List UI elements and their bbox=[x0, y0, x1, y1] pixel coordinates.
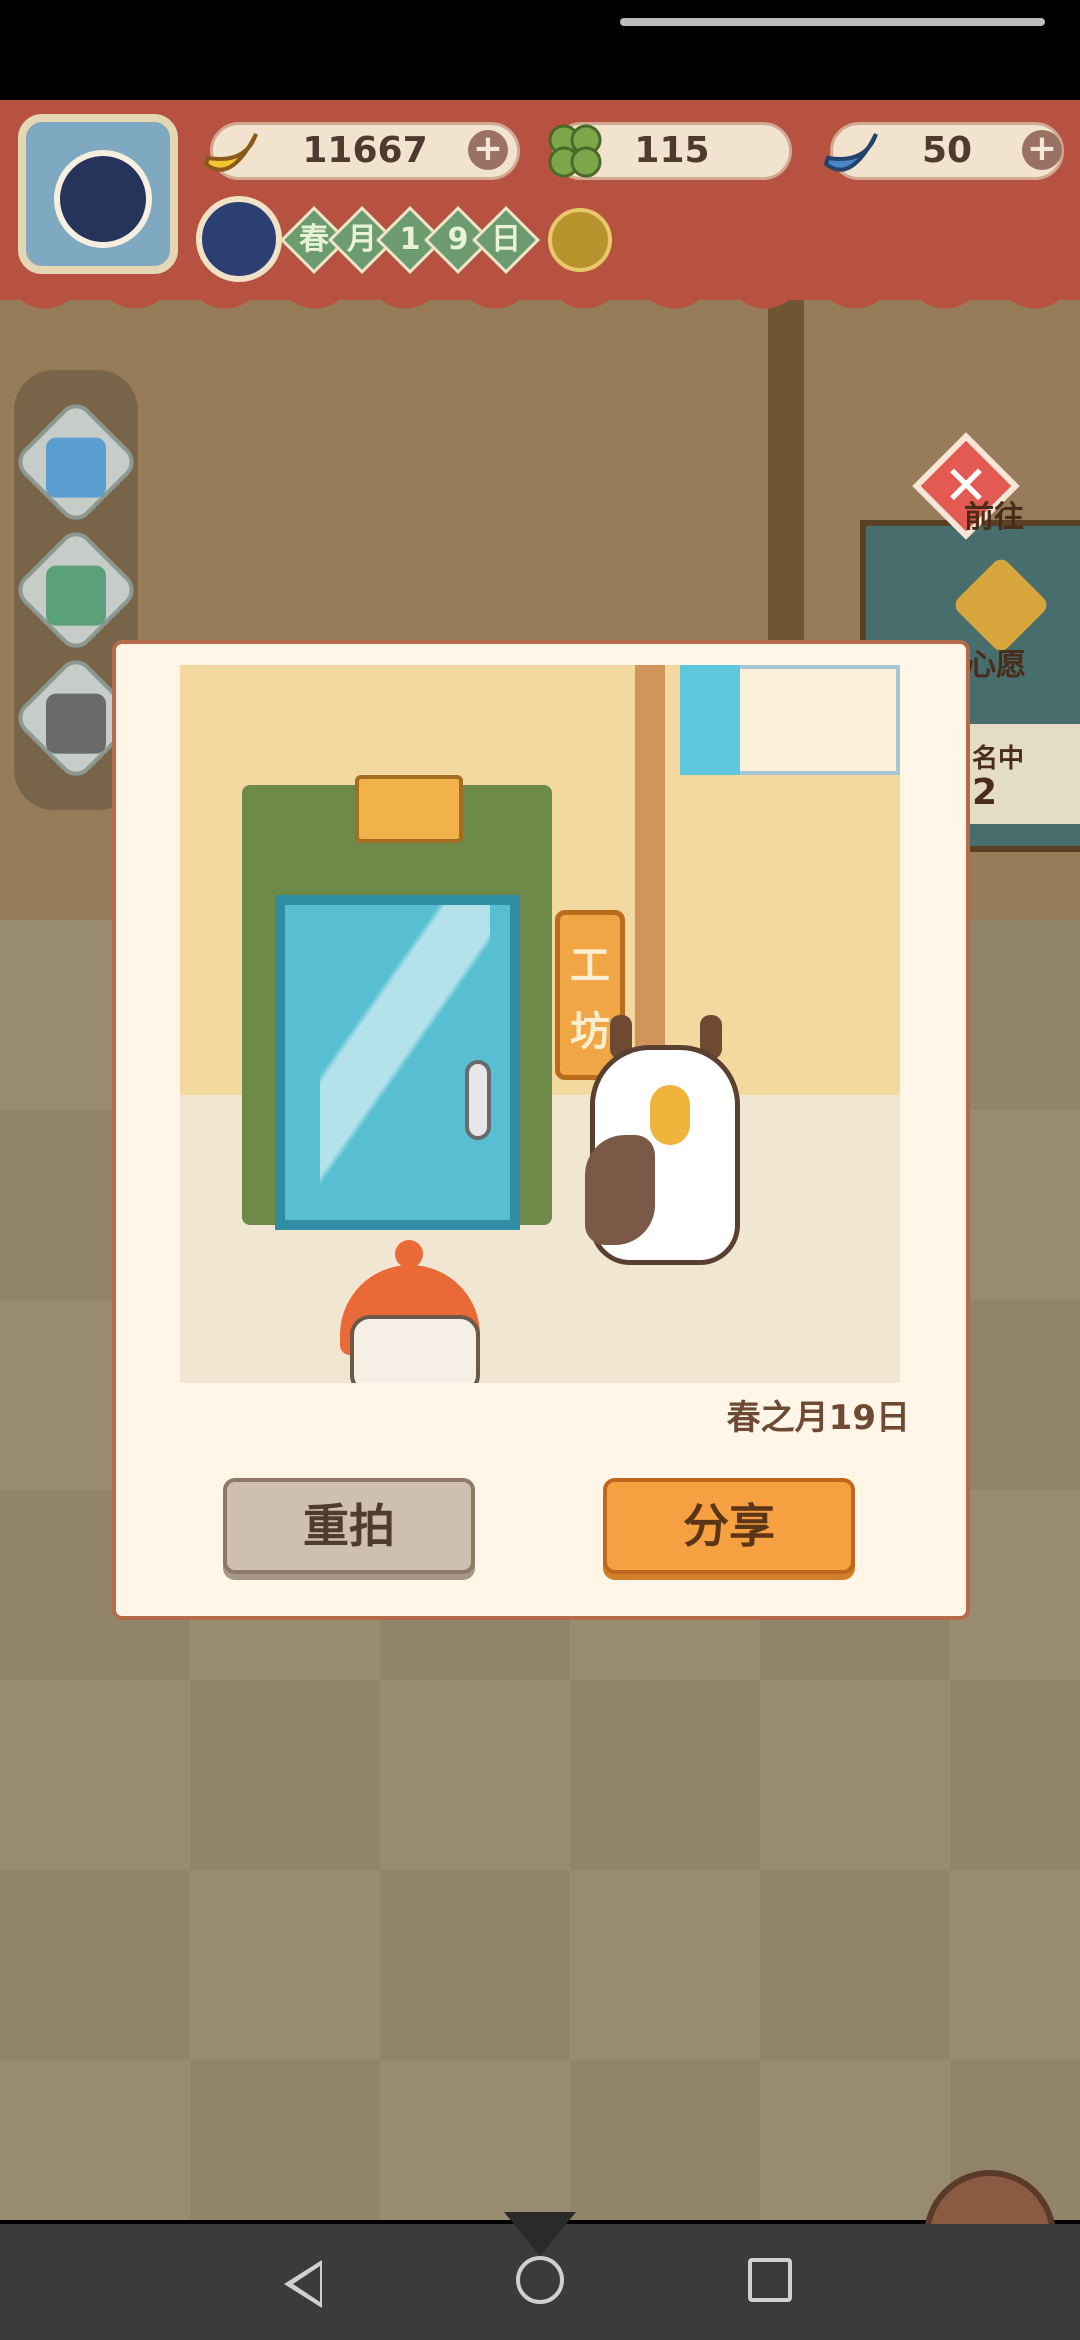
status-bar bbox=[0, 0, 1080, 100]
awning-scallop bbox=[0, 270, 1080, 330]
blue-banana-count: 50 bbox=[921, 130, 973, 171]
plus-icon: + bbox=[1026, 128, 1058, 169]
plus-icon: + bbox=[472, 128, 504, 169]
top-hud: 11667 + 115 50 + 春 月 1 9 日 bbox=[0, 100, 1080, 330]
bird-wing bbox=[585, 1135, 655, 1245]
status-bar-indicator bbox=[620, 18, 1045, 26]
share-label: 分享 bbox=[683, 1499, 775, 1553]
bird-beak bbox=[650, 1085, 690, 1145]
door-shine bbox=[320, 905, 490, 1225]
add-banana-button[interactable]: + bbox=[468, 130, 508, 170]
share-button[interactable]: 分享 bbox=[603, 1478, 855, 1574]
cat-hat-pom bbox=[395, 1240, 423, 1268]
blue-banana-icon bbox=[823, 133, 878, 172]
add-blue-banana-button[interactable]: + bbox=[1022, 130, 1062, 170]
date-char: 日 bbox=[491, 222, 521, 257]
clover-count: 115 bbox=[634, 130, 710, 171]
retake-button[interactable]: 重拍 bbox=[223, 1478, 475, 1574]
clover-icon bbox=[548, 124, 602, 178]
camera-icon bbox=[46, 693, 106, 754]
stool-decoration bbox=[355, 775, 463, 843]
shop-icon bbox=[46, 565, 106, 626]
cat-character bbox=[350, 1315, 480, 1383]
back-icon-inner bbox=[293, 2266, 320, 2302]
photo-curtain bbox=[680, 665, 740, 775]
banana-icon bbox=[203, 133, 258, 172]
home-icon[interactable] bbox=[516, 2256, 564, 2304]
avatar bbox=[54, 150, 152, 248]
snapshot-photo: 工 坊 bbox=[180, 665, 900, 1383]
retake-label: 重拍 bbox=[303, 1499, 395, 1553]
tv-icon bbox=[46, 437, 106, 498]
banana-count: 11667 bbox=[302, 130, 428, 171]
wish-label[interactable]: 心愿 bbox=[966, 640, 1026, 684]
door-handle bbox=[465, 1060, 491, 1140]
rank-label: 名中 bbox=[972, 744, 1025, 774]
sun-icon[interactable] bbox=[548, 208, 612, 272]
sign-char: 工 bbox=[570, 943, 610, 989]
goto-label[interactable]: 前往 bbox=[964, 492, 1024, 536]
photo-date: 春之月19日 bbox=[726, 1398, 910, 1438]
nav-handle[interactable] bbox=[504, 2212, 576, 2256]
moon-icon bbox=[196, 196, 282, 282]
rank-value: 2 bbox=[972, 772, 998, 813]
player-avatar-button[interactable] bbox=[18, 114, 178, 274]
recent-apps-icon[interactable] bbox=[748, 2258, 792, 2302]
